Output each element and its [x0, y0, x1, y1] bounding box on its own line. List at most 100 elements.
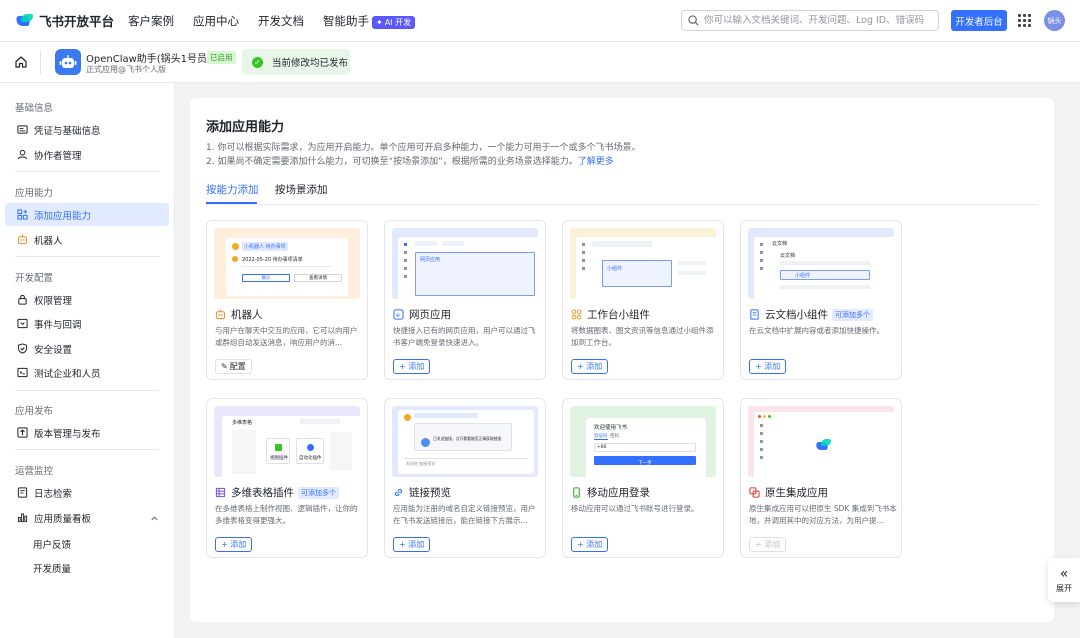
add-button[interactable]: + 添加 — [571, 537, 609, 552]
capability-card-mobile-login[interactable]: 欢迎使用飞书 验证码 密码 +86 下一步 移动应用登录 移动应用可以通过飞书账… — [562, 398, 724, 558]
sidebar-item-version-release[interactable]: 版本管理与发布 — [5, 421, 169, 444]
base-thumb-logic-plugin: 自动化插件 — [299, 456, 322, 461]
feishu-logo-icon — [815, 439, 832, 451]
sidebar-item-permissions[interactable]: 权限管理 — [5, 288, 169, 311]
nav-ai-assistant[interactable]: 智能助手 ✦ AI 开发 — [323, 13, 416, 29]
sidebar-group-operations: 运营监控 — [15, 466, 54, 477]
capability-card-bot[interactable]: 小机器人 待办事项 2022-05-20 待办事项清单 确认 查看详情 机器人 … — [206, 220, 368, 380]
chevron-up-icon[interactable] — [150, 514, 159, 523]
sidebar-item-bot[interactable]: 机器人 — [5, 228, 169, 251]
nav-dev-docs[interactable]: 开发文档 — [258, 13, 304, 29]
check-circle-icon: ✓ — [252, 56, 263, 68]
sidebar: 基础信息 凭证与基础信息 协作者管理 应用能力 添加应用能力 机器人 开发配置 … — [0, 83, 175, 638]
mobile-login-thumbnail: 欢迎使用飞书 验证码 密码 +86 下一步 — [570, 406, 716, 477]
card-title-text: 云文档小组件 — [765, 309, 828, 321]
edit-icon: ✎ — [221, 362, 228, 371]
widget-thumbnail: 小组件 — [570, 228, 716, 299]
ai-badge-label: AI 开发 — [384, 17, 412, 27]
sidebar-item-label: 机器人 — [34, 235, 63, 247]
bot-thumb-chat-tag: 待办事项 — [265, 244, 286, 250]
card-description: 应用能为注册的域名自定义链接预览，用户在飞书发送链接后，能在链接下方展示... — [393, 504, 536, 525]
add-button[interactable]: + 添加 — [393, 359, 431, 374]
card-title-text: 网页应用 — [409, 309, 451, 321]
sidebar-item-events[interactable]: 事件与回调 — [5, 312, 169, 335]
add-button[interactable]: + 添加 — [215, 537, 253, 552]
capability-card-workplace-widget[interactable]: 小组件 工作台小组件 将数据图表、图文资讯等信息通过小组件添加到工作台。 + 添… — [562, 220, 724, 380]
preview-thumb-input: 发送给 链接预览 — [406, 461, 436, 466]
capability-card-web-app[interactable]: 网页应用 e 网页应用 快捷接入已有的网页应用，用户可以通过飞书客户端免登录快速… — [384, 220, 546, 380]
card-title-text: 链接预览 — [409, 487, 451, 499]
card-description: 将数据图表、图文资讯等信息通过小组件添加到工作台。 — [571, 326, 714, 347]
add-button[interactable]: + 添加 — [749, 359, 787, 374]
bot-thumb-chat-name: 小机器人 — [244, 244, 265, 250]
tab-divider — [206, 204, 1038, 205]
card-title: 工作台小组件 — [571, 307, 650, 322]
sidebar-group-release: 应用发布 — [15, 406, 54, 417]
native-app-thumbnail — [748, 406, 894, 477]
add-button[interactable]: + 添加 — [393, 537, 431, 552]
app-robot-icon — [55, 49, 81, 75]
sidebar-item-label: 添加应用能力 — [34, 210, 92, 222]
sidebar-item-log-search[interactable]: 日志检索 — [5, 481, 169, 504]
home-icon[interactable] — [14, 55, 28, 69]
page-description-2-text: 2. 如果尚不确定需要添加什么能力，可切换至“按场景添加”，根据所需的业务场景选… — [206, 157, 578, 167]
tab-by-scenario[interactable]: 按场景添加 — [275, 182, 328, 197]
nav-app-center[interactable]: 应用中心 — [193, 13, 239, 29]
apps-grid-icon[interactable] — [1018, 14, 1031, 27]
base-plugin-thumbnail: 多维表格 视图插件 自动化插件 — [214, 406, 360, 477]
bot-thumb-button-detail: 查看详情 — [294, 274, 342, 282]
brand-logo[interactable]: 飞书开放平台 — [14, 11, 128, 30]
document-icon — [750, 309, 759, 320]
search-icon — [688, 15, 699, 26]
sidebar-item-label: 凭证与基础信息 — [34, 125, 101, 137]
learn-more-link[interactable]: 了解更多 — [578, 157, 614, 167]
sidebar-item-add-capability[interactable]: 添加应用能力 — [5, 203, 169, 226]
search-box[interactable] — [681, 10, 939, 31]
multi-add-badge: 可添加多个 — [298, 486, 339, 499]
tab-by-capability[interactable]: 按能力添加 — [206, 182, 259, 197]
sidebar-item-label: 版本管理与发布 — [34, 428, 101, 440]
nav-customer-cases[interactable]: 客户案例 — [128, 13, 174, 29]
developer-console-button[interactable]: 开发者后台 — [951, 10, 1007, 31]
sidebar-subitem-user-feedback[interactable]: 用户反馈 — [33, 537, 71, 551]
capability-card-base-plugin[interactable]: 多维表格 视图插件 自动化插件 多维表格插件 可添加多个 在多维表格上制作视图、… — [206, 398, 368, 558]
doc-widget-thumbnail: 云文档 云文档 小组件 — [748, 228, 894, 299]
sidebar-group-capabilities: 应用能力 — [15, 188, 54, 199]
event-icon — [17, 318, 28, 329]
login-thumb-country-code: +86 — [597, 445, 607, 450]
expand-panel-button[interactable]: « 展开 — [1048, 558, 1080, 602]
card-title-text: 多维表格插件 — [231, 487, 294, 499]
capability-card-native-integration[interactable]: 原生集成应用 原生集成应用可以把原生 SDK 集成到飞书本地，并调用其中的对应方… — [740, 398, 902, 558]
link-preview-thumbnail: 已发送链接，点开看看能否正确获取链接 发送给 链接预览 — [392, 406, 538, 477]
login-thumb-tab-code: 验证码 — [594, 434, 608, 440]
sidebar-item-label: 应用质量看板 — [34, 513, 92, 525]
brand-name: 飞书开放平台 — [39, 14, 115, 29]
integration-icon — [749, 487, 760, 498]
bot-thumb-button-confirm: 确认 — [242, 274, 290, 282]
sidebar-subitem-dev-quality[interactable]: 开发质量 — [33, 561, 71, 575]
capability-card-doc-widget[interactable]: 云文档 云文档 小组件 云文档小组件 可添加多个 在云文档中扩展内容或者添加快捷… — [740, 220, 902, 380]
card-title: 多维表格插件 可添加多个 — [215, 485, 339, 500]
sidebar-item-label: 事件与回调 — [34, 319, 82, 331]
add-button[interactable]: + 添加 — [571, 359, 609, 374]
nav-ai-assistant-label: 智能助手 — [323, 13, 369, 28]
card-description: 与用户在聊天中交互的应用，它可以向用户或群组自动发送消息，响应用户的消... — [215, 326, 358, 347]
publish-status: ✓ 当前修改均已发布 — [242, 49, 350, 75]
ai-badge: ✦ AI 开发 — [372, 15, 416, 29]
upload-icon — [17, 427, 28, 438]
sidebar-item-credentials[interactable]: 凭证与基础信息 — [5, 118, 169, 141]
configure-button[interactable]: ✎ 配置 — [215, 359, 252, 374]
sidebar-item-quality-dashboard[interactable]: 应用质量看板 — [5, 506, 169, 529]
divider — [40, 50, 41, 74]
capability-card-link-preview[interactable]: 已发送链接，点开看看能否正确获取链接 发送给 链接预览 链接预览 应用能为注册的… — [384, 398, 546, 558]
sidebar-item-security[interactable]: 安全设置 — [5, 337, 169, 360]
sidebar-item-label: 测试企业和人员 — [34, 368, 101, 380]
card-title-text: 原生集成应用 — [765, 487, 828, 499]
card-description: 在多维表格上制作视图、逻辑插件，让你的多维表格变得更强大。 — [215, 504, 358, 525]
sidebar-item-collaborators[interactable]: 协作者管理 — [5, 143, 169, 166]
search-input[interactable] — [704, 15, 929, 26]
lock-icon — [18, 294, 27, 305]
sidebar-item-test-tenants[interactable]: 测试企业和人员 — [5, 361, 169, 384]
user-avatar[interactable]: 锅头 — [1044, 10, 1065, 31]
sidebar-group-basic: 基础信息 — [15, 103, 54, 114]
